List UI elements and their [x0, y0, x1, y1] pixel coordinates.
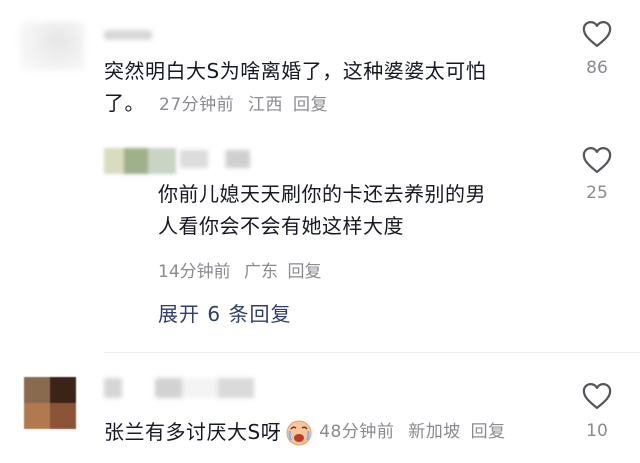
avatar[interactable] — [20, 22, 84, 70]
like-count: 25 — [586, 183, 608, 203]
heart-outline-icon — [582, 147, 612, 173]
comment-text-line: 突然明白大S为啥离婚了，这种婆婆太可怕 — [104, 59, 487, 83]
comment-text: 你前儿媳天天刷你的卡还去养别的男 人看你会不会有她这样大度 — [158, 178, 558, 242]
like-button[interactable] — [577, 146, 617, 174]
reply-button[interactable]: 回复 — [293, 95, 328, 115]
heart-outline-icon — [582, 383, 612, 409]
expand-replies-button[interactable]: 展开 6 条回复 — [158, 298, 291, 327]
comment-text: 张兰有多讨厌大S呀 48分钟前 新加坡 回复 — [104, 416, 506, 448]
comment-location: 江西 — [248, 95, 284, 115]
comment-location: 广东 — [244, 262, 279, 282]
divider — [104, 352, 640, 353]
username[interactable] — [104, 30, 152, 40]
reply-button[interactable]: 回复 — [471, 422, 506, 442]
comment-text-line: 张兰有多讨厌大S呀 — [104, 420, 282, 444]
like-button[interactable] — [577, 20, 617, 48]
comment-meta: 48分钟前 新加坡 回复 — [319, 416, 505, 448]
like-count: 86 — [586, 58, 608, 78]
comment-time: 48分钟前 — [319, 422, 395, 442]
comment-text: 突然明白大S为啥离婚了，这种婆婆太可怕 了。 27分钟前 江西 回复 — [104, 55, 564, 121]
heart-outline-icon — [582, 21, 612, 47]
comment-text-line: 了。 27分钟前 江西 回复 — [104, 87, 564, 121]
comment-text-tail: 了。 — [104, 91, 145, 115]
comment-meta: 14分钟前 广东 回复 — [158, 257, 321, 282]
avatar[interactable] — [104, 148, 176, 174]
comment-location: 新加坡 — [408, 422, 461, 442]
username[interactable] — [104, 378, 254, 398]
reply-button[interactable]: 回复 — [287, 262, 321, 282]
comment-time: 27分钟前 — [159, 95, 235, 115]
comment-meta: 27分钟前 江西 回复 — [159, 89, 328, 121]
comment-text-line: 你前儿媳天天刷你的卡还去养别的男 — [158, 182, 486, 206]
crying-face-emoji — [285, 418, 313, 446]
comment-time: 14分钟前 — [158, 262, 231, 282]
like-count: 10 — [586, 421, 608, 441]
like-button[interactable] — [577, 382, 617, 410]
comment-text-line: 人看你会不会有她这样大度 — [158, 214, 404, 238]
username[interactable] — [180, 150, 250, 168]
avatar[interactable] — [24, 377, 76, 429]
